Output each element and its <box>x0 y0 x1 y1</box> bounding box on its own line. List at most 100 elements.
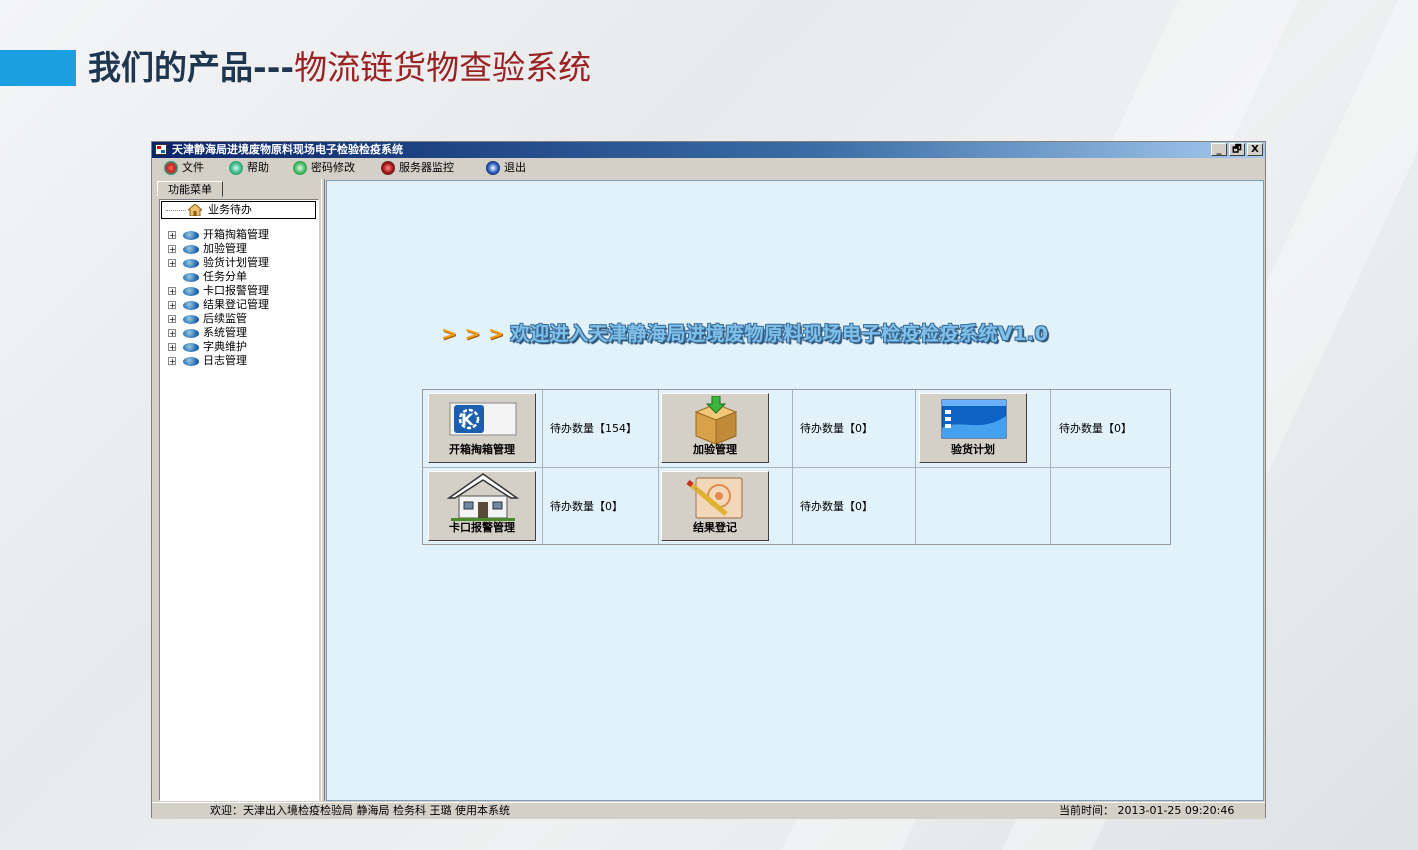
tree-item-label: 验货计划管理 <box>203 256 269 269</box>
menu-exit-label: 退出 <box>504 161 526 174</box>
tree-leaf-spacer <box>168 273 176 281</box>
home-icon <box>188 204 202 216</box>
window-titlebar[interactable]: 天津静海局进境废物原料现场电子检验检疫系统 _ 🗗 X <box>152 142 1265 158</box>
tree-item-system-management[interactable]: + 系统管理 <box>168 326 247 340</box>
welcome-arrows: > > > <box>441 323 505 345</box>
status-bar: 欢迎：天津出入境检疫检验局 静海局 检务科 王璐 使用本系统 当前时间： 201… <box>152 802 1265 819</box>
expand-icon[interactable]: + <box>168 287 176 296</box>
notebook-pencil-icon <box>686 477 743 519</box>
app-icon <box>155 144 167 155</box>
tile-label: 开箱掏箱管理 <box>449 443 515 456</box>
svg-text:K: K <box>461 410 474 429</box>
tree-item-label: 系统管理 <box>203 326 247 339</box>
slide-title: 我们的产品---物流链货物查验系统 <box>88 44 591 92</box>
grid-line <box>423 467 1170 468</box>
expand-icon[interactable]: + <box>168 357 176 366</box>
menu-change-password[interactable]: 密码修改 <box>293 160 355 176</box>
minimize-button[interactable]: _ <box>1211 143 1227 156</box>
tree-root-label: 业务待办 <box>208 203 252 216</box>
tree-node-icon <box>183 328 199 338</box>
result-registration-pending-count: 待办数量【0】 <box>800 500 873 513</box>
status-welcome-user: 欢迎：天津出入境检疫检验局 静海局 检务科 王璐 使用本系统 <box>210 804 510 817</box>
tree-item-follow-up-supervision[interactable]: + 后续监管 <box>168 312 247 326</box>
tile-label: 加验管理 <box>693 443 737 456</box>
tile-label: 验货计划 <box>951 443 995 456</box>
menu-change-password-label: 密码修改 <box>311 161 355 174</box>
server-monitor-icon <box>381 161 395 175</box>
expand-icon[interactable]: + <box>168 315 176 324</box>
slide-title-accent-bar <box>0 50 76 86</box>
tree-root-pending-tasks[interactable]: 业务待办 <box>161 201 316 219</box>
tree-node-icon <box>183 342 199 352</box>
tree-item-dictionary-maintenance[interactable]: + 字典维护 <box>168 340 247 354</box>
tree-item-task-assignment[interactable]: 任务分单 <box>168 270 247 284</box>
tree-item-label: 字典维护 <box>203 340 247 353</box>
window-controls: _ 🗗 X <box>1211 143 1263 156</box>
tree-item-label: 日志管理 <box>203 354 247 367</box>
kde-logo-icon: K <box>449 402 517 436</box>
expand-icon[interactable]: + <box>168 259 176 268</box>
tile-label: 结果登记 <box>693 521 737 534</box>
expand-icon[interactable]: + <box>168 301 176 310</box>
expand-icon[interactable]: + <box>168 329 176 338</box>
menu-help[interactable]: 帮助 <box>229 160 269 176</box>
expand-icon[interactable]: + <box>168 343 176 352</box>
menu-server-monitor-label: 服务器监控 <box>399 161 454 174</box>
function-tree: 业务待办 + 开箱掏箱管理 + 加验管理 + 验货计划管理 任务分单 + 卡口报警管理 … <box>159 199 319 801</box>
slide-title-rest: 物流链货物查验系统 <box>294 48 592 87</box>
gate-alarm-button[interactable]: 卡口报警管理 <box>428 471 536 541</box>
welcome-text: 欢迎进入天津静海局进境废物原料现场电子检疫检疫系统V1.0 <box>510 323 1049 345</box>
menu-server-monitor[interactable]: 服务器监控 <box>381 160 454 176</box>
house-icon <box>447 473 519 521</box>
help-icon <box>229 161 243 175</box>
restore-button[interactable]: 🗗 <box>1229 143 1245 156</box>
panel-splitter[interactable] <box>321 179 325 801</box>
additional-inspection-pending-count: 待办数量【0】 <box>800 422 873 435</box>
tree-node-icon <box>183 286 199 296</box>
tree-node-icon <box>183 314 199 324</box>
additional-inspection-button[interactable]: 加验管理 <box>661 393 769 463</box>
tree-item-unpacking[interactable]: + 开箱掏箱管理 <box>168 228 269 242</box>
menubar: 文件 帮助 密码修改 服务器监控 退出 <box>152 158 1265 178</box>
unpacking-pending-count: 待办数量【154】 <box>550 422 637 435</box>
tree-item-additional-inspection[interactable]: + 加验管理 <box>168 242 247 256</box>
close-button[interactable]: X <box>1247 143 1263 156</box>
password-icon <box>293 161 307 175</box>
tree-connector <box>166 210 186 211</box>
menu-file[interactable]: 文件 <box>164 160 204 176</box>
expand-icon[interactable]: + <box>168 231 176 240</box>
window-panel-icon <box>941 399 1007 439</box>
window-title: 天津静海局进境废物原料现场电子检验检疫系统 <box>172 143 403 156</box>
status-current-time: 当前时间： 2013-01-25 09:20:46 <box>1059 804 1235 817</box>
tab-function-menu[interactable]: 功能菜单 <box>157 181 223 197</box>
inspection-plan-button[interactable]: 验货计划 <box>919 393 1027 463</box>
menu-file-label: 文件 <box>182 161 204 174</box>
gate-alarm-pending-count: 待办数量【0】 <box>550 500 623 513</box>
tree-item-label: 后续监管 <box>203 312 247 325</box>
tree-item-log-management[interactable]: + 日志管理 <box>168 354 247 368</box>
tree-item-result-registration[interactable]: + 结果登记管理 <box>168 298 269 312</box>
menu-help-label: 帮助 <box>247 161 269 174</box>
unpacking-management-button[interactable]: K 开箱掏箱管理 <box>428 393 536 463</box>
tree-item-inspection-plan[interactable]: + 验货计划管理 <box>168 256 269 270</box>
exit-icon <box>486 161 500 175</box>
tree-item-label: 任务分单 <box>203 270 247 283</box>
slide-title-bold: 我们的产品--- <box>88 48 295 87</box>
expand-icon[interactable]: + <box>168 245 176 254</box>
tree-node-icon <box>183 244 199 254</box>
inspection-plan-pending-count: 待办数量【0】 <box>1059 422 1132 435</box>
file-icon <box>164 161 178 175</box>
result-registration-button[interactable]: 结果登记 <box>661 471 769 541</box>
task-grid: K 开箱掏箱管理 待办数量【154】 加验管理 待办数量【0】 验货计划 待办数… <box>422 389 1171 545</box>
function-menu-panel: 功能菜单 业务待办 + 开箱掏箱管理 + 加验管理 + 验货计划管理 任务分单 + 卡口… <box>155 179 321 801</box>
tree-item-label: 结果登记管理 <box>203 298 269 311</box>
tree-item-label: 开箱掏箱管理 <box>203 228 269 241</box>
app-window: 天津静海局进境废物原料现场电子检验检疫系统 _ 🗗 X 文件 帮助 密码修改 服… <box>151 141 1266 819</box>
tree-item-gate-alarm[interactable]: + 卡口报警管理 <box>168 284 269 298</box>
tile-label: 卡口报警管理 <box>449 521 515 534</box>
tree-node-icon <box>183 356 199 366</box>
main-content: > > > 欢迎进入天津静海局进境废物原料现场电子检疫检疫系统V1.0 K 开箱掏… <box>326 180 1264 801</box>
tree-item-label: 加验管理 <box>203 242 247 255</box>
tree-node-icon <box>183 300 199 310</box>
menu-exit[interactable]: 退出 <box>486 160 526 176</box>
